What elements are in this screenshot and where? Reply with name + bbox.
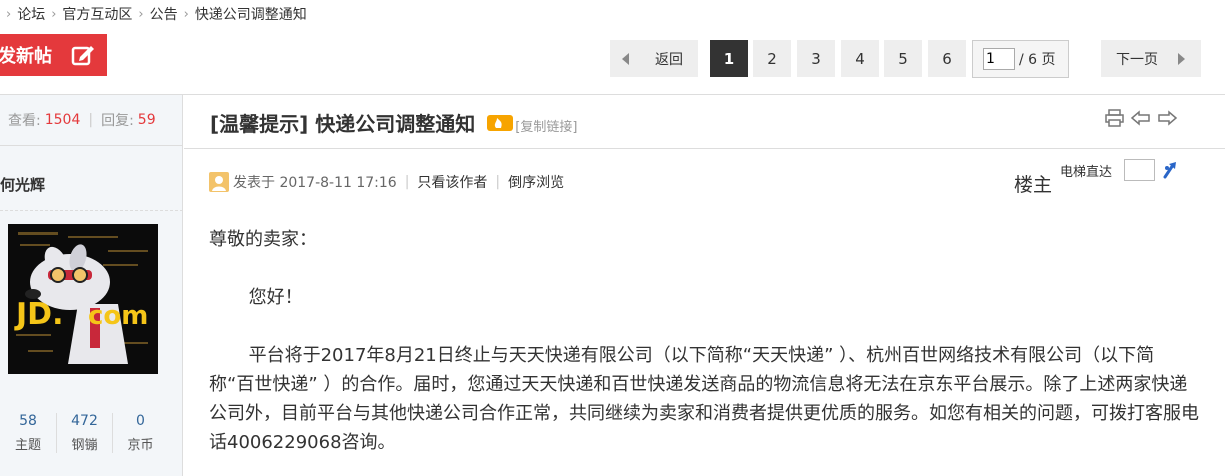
- post-body: 尊敬的卖家： 您好！ 平台将于2017年8月21日终止与天天快递有限公司（以下简…: [209, 225, 1199, 457]
- chevron-right-icon: ›: [6, 6, 12, 22]
- views-label: 查看:: [8, 113, 41, 129]
- only-author-link[interactable]: 只看该作者: [417, 172, 487, 192]
- chevron-left-icon: [622, 52, 629, 65]
- breadcrumb-current: 快递公司调整通知: [194, 7, 307, 23]
- thread-tools: [1104, 109, 1178, 127]
- svg-text:JD.: JD.: [14, 297, 63, 332]
- chevron-right-icon: ›: [183, 6, 189, 22]
- breadcrumb-announcement[interactable]: 公告: [150, 4, 178, 24]
- page-4[interactable]: 4: [841, 40, 879, 77]
- breadcrumb: › 论坛 › 官方互动区 › 公告 › 快递公司调整通知: [0, 0, 307, 28]
- post-paragraph: 平台将于2017年8月21日终止与天天快递有限公司（以下简称“天天快递” ）、杭…: [209, 345, 1199, 453]
- author-name[interactable]: 何光辉: [0, 174, 45, 195]
- svg-text:com: com: [88, 301, 148, 331]
- copy-link[interactable]: [复制链接]: [515, 116, 577, 135]
- new-post-label: 发新帖: [0, 46, 52, 67]
- author-counts: 58 主题 472 钢镚 0 京币: [0, 413, 183, 453]
- avatar-image: JD. com: [8, 224, 158, 374]
- next-page-label: 下一页: [1116, 51, 1158, 68]
- floor-label: 楼主: [1014, 174, 1053, 196]
- avatar[interactable]: JD. com: [8, 224, 158, 374]
- page-2[interactable]: 2: [753, 40, 791, 77]
- print-icon[interactable]: [1104, 109, 1126, 127]
- next-page-button[interactable]: 下一页: [1101, 40, 1201, 77]
- fire-icon: [487, 114, 514, 131]
- post-container: 查看: 1504 | 回复: 59 何光辉 JD. com 58 主题 472 …: [0, 94, 1225, 476]
- next-thread-icon[interactable]: [1156, 109, 1178, 127]
- elevator-label: 电梯直达: [1060, 165, 1113, 180]
- edit-icon: [71, 46, 94, 66]
- replies-count: 59: [137, 112, 156, 128]
- new-post-button[interactable]: 发新帖: [0, 34, 107, 76]
- chevron-right-icon: [1178, 52, 1185, 65]
- go-icon[interactable]: [1159, 159, 1183, 181]
- page-5[interactable]: 5: [884, 40, 922, 77]
- replies-label: 回复:: [101, 113, 134, 129]
- breadcrumb-forum[interactable]: 论坛: [17, 4, 45, 24]
- prev-thread-icon[interactable]: [1130, 109, 1152, 127]
- post-meta: 发表于 2017-8-11 17:16 | 只看该作者 | 倒序浏览: [209, 172, 564, 192]
- author-sidebar: 查看: 1504 | 回复: 59 何光辉 JD. com 58 主题 472 …: [0, 95, 183, 476]
- thread-stats: 查看: 1504 | 回复: 59: [0, 95, 182, 146]
- posted-time: 发表于 2017-8-11 17:16: [233, 175, 397, 191]
- page-3[interactable]: 3: [797, 40, 835, 77]
- post-title-row: [温馨提示] 快递公司调整通知 [复制链接]: [210, 108, 577, 137]
- page-jump: / 6 页: [972, 40, 1069, 78]
- post-hello: 您好！: [248, 287, 303, 308]
- user-icon: [209, 172, 229, 192]
- post-greeting: 尊敬的卖家：: [209, 229, 317, 250]
- back-label: 返回: [655, 51, 683, 68]
- post-content-area: [温馨提示] 快递公司调整通知 [复制链接] 发表于 2017-8-11 17:…: [184, 95, 1225, 476]
- page-jump-input[interactable]: [983, 48, 1015, 70]
- count-coins[interactable]: 472 钢镚: [56, 413, 112, 453]
- breadcrumb-official[interactable]: 官方互动区: [62, 4, 132, 24]
- post-title: [温馨提示] 快递公司调整通知: [210, 112, 476, 136]
- elevator-input[interactable]: [1124, 159, 1155, 181]
- chevron-right-icon: ›: [138, 6, 144, 22]
- chevron-right-icon: ›: [51, 6, 57, 22]
- reverse-order-link[interactable]: 倒序浏览: [508, 172, 564, 192]
- views-count: 1504: [44, 112, 81, 128]
- page-1[interactable]: 1: [710, 40, 748, 77]
- total-pages: / 6 页: [1019, 52, 1056, 68]
- page-6[interactable]: 6: [928, 40, 966, 77]
- back-button[interactable]: 返回: [610, 40, 698, 77]
- count-jd-coins[interactable]: 0 京币: [112, 413, 168, 453]
- count-topics[interactable]: 58 主题: [0, 413, 56, 453]
